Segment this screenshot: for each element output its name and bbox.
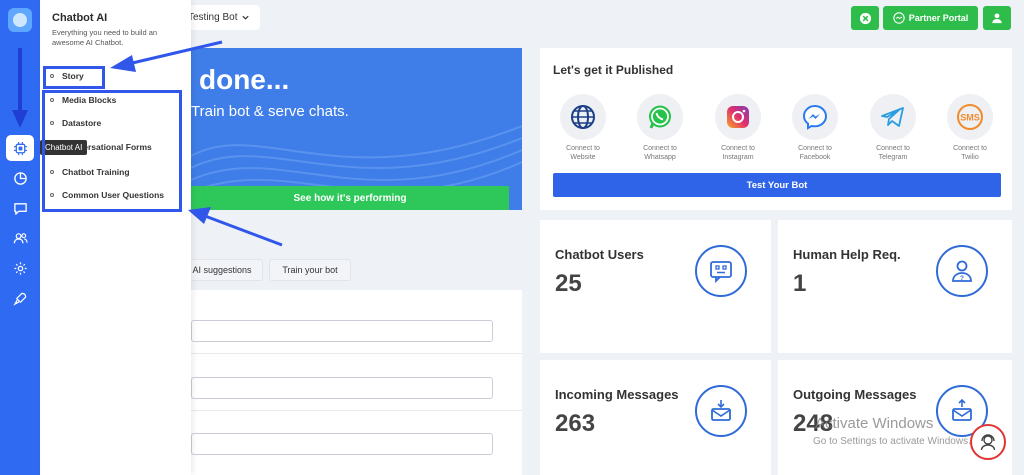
hero-subtitle: Train bot & serve chats. — [191, 103, 349, 120]
rail-chats-button[interactable] — [6, 195, 34, 221]
channel-twilio[interactable]: SMS Connect to Twilio — [938, 94, 1002, 162]
app-logo[interactable] — [8, 8, 32, 32]
hero-card: done... Train bot & serve chats. See how… — [191, 48, 522, 210]
telegram-icon — [881, 107, 904, 127]
globe-icon — [571, 105, 595, 129]
channel-telegram[interactable]: Connect to Telegram — [861, 94, 925, 162]
training-input-1[interactable] — [191, 320, 493, 342]
svg-text:SMS: SMS — [960, 113, 980, 123]
channel-facebook[interactable]: Connect to Facebook — [783, 94, 847, 162]
user-icon — [992, 13, 1002, 24]
stat-card-chatbot-users: Chatbot Users 25 — [540, 220, 771, 353]
stat-title: Incoming Messages — [555, 387, 679, 402]
svg-text:?: ? — [960, 275, 964, 282]
flyout-title: Chatbot AI — [52, 12, 108, 24]
test-your-bot-button[interactable]: Test Your Bot — [553, 173, 1001, 197]
rail-launch-button[interactable] — [6, 285, 34, 311]
close-circle-icon — [859, 12, 871, 24]
partner-portal-label: Partner Portal — [908, 13, 969, 23]
close-bot-button[interactable] — [851, 6, 879, 30]
chatbot-face-icon — [710, 261, 732, 284]
publish-card: Let's get it Published Connect to Website… — [540, 48, 1012, 210]
mail-upload-icon — [952, 398, 972, 421]
windows-watermark-subtitle: Go to Settings to activate Windows. — [813, 436, 971, 447]
channel-instagram[interactable]: Connect to Instagram — [706, 94, 770, 162]
support-chat-button[interactable] — [970, 424, 1006, 460]
chat-bubble-icon — [13, 202, 27, 215]
stat-title: Human Help Req. — [793, 247, 901, 262]
pie-chart-icon — [13, 171, 27, 185]
performance-button[interactable]: See how it's performing — [191, 186, 509, 210]
bot-selector-label: Testing Bot — [188, 12, 238, 23]
rocket-icon — [12, 292, 26, 306]
users-icon — [13, 232, 28, 243]
instagram-icon — [727, 106, 749, 128]
sms-icon: SMS — [957, 104, 983, 130]
support-agent-icon — [980, 434, 996, 451]
stat-card-incoming-messages: Incoming Messages 263 — [540, 360, 771, 475]
windows-watermark-title: Activate Windows — [815, 415, 934, 432]
flyout-description: Everything you need to build an awesome … — [52, 28, 158, 47]
stat-title: Chatbot Users — [555, 247, 644, 262]
rail-settings-button[interactable] — [6, 255, 34, 281]
chevron-down-icon — [242, 15, 250, 20]
rail-chatbot-ai-button[interactable] — [6, 135, 34, 161]
row-divider — [191, 410, 522, 411]
messenger-icon — [802, 104, 828, 130]
partner-portal-button[interactable]: Partner Portal — [883, 6, 978, 30]
rail-analytics-button[interactable] — [6, 165, 34, 191]
channel-website[interactable]: Connect to Website — [551, 94, 615, 162]
training-input-2[interactable] — [191, 377, 493, 399]
inbox-download-icon — [711, 400, 731, 421]
user-question-icon: ? — [952, 260, 972, 282]
publish-title: Let's get it Published — [553, 63, 674, 77]
bot-selector[interactable]: Testing Bot — [188, 5, 260, 30]
profile-button[interactable] — [983, 6, 1011, 30]
train-your-bot-tab[interactable]: Train your bot — [269, 259, 351, 281]
handshake-icon — [893, 12, 905, 24]
stat-value: 263 — [555, 410, 596, 437]
stat-card-human-help: Human Help Req. 1 ? — [778, 220, 1012, 353]
training-input-3[interactable] — [191, 433, 493, 455]
hero-title: done... — [199, 64, 290, 95]
stat-title: Outgoing Messages — [793, 387, 917, 402]
chip-icon — [13, 141, 27, 155]
channel-whatsapp[interactable]: Connect to Whatsapp — [628, 94, 692, 162]
highlight-box-menu-group — [42, 90, 182, 212]
rail-users-button[interactable] — [6, 225, 34, 251]
stat-value: 1 — [793, 270, 807, 297]
highlight-box-story — [43, 66, 105, 89]
row-divider — [191, 353, 522, 354]
ai-suggestions-tab[interactable]: AI suggestions — [181, 259, 263, 281]
whatsapp-icon — [649, 105, 671, 129]
annotation-arrow-down-icon — [12, 48, 28, 128]
stat-value: 25 — [555, 270, 582, 297]
training-panel: AI suggestions Train your bot — [181, 220, 522, 475]
gear-icon — [13, 261, 27, 275]
left-rail — [0, 0, 40, 475]
